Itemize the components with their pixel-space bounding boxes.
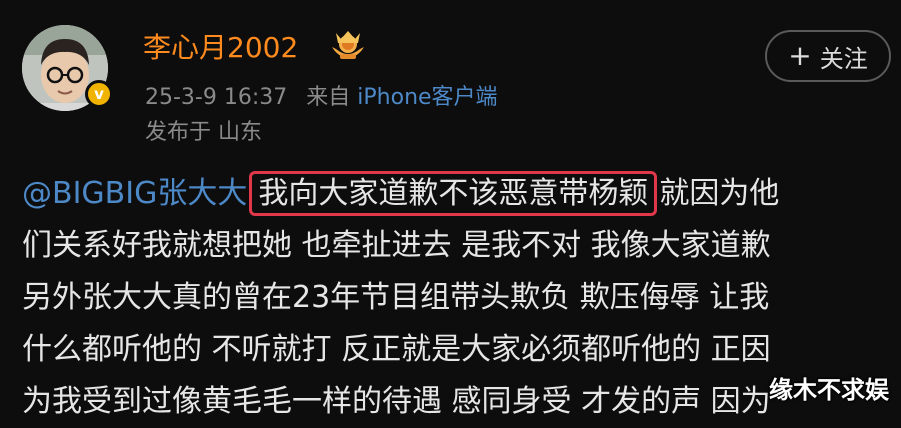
post-text-segment: 就因为他	[659, 176, 780, 211]
post-line: 们关系好我就想把她 也牵扯进去 是我不对 我像大家道歉	[22, 228, 771, 263]
post-body: @BIGBIG张大大 我向大家道歉不该恶意带杨颖 就因为他 们关系好我就想把她 也牵…	[22, 168, 882, 428]
watermark: 缘木不求娱	[769, 376, 889, 404]
mention-link[interactable]: @BIGBIG张大大	[22, 176, 247, 211]
follow-button[interactable]: + 关注	[765, 30, 891, 82]
source-prefix: 来自	[306, 85, 351, 110]
plus-icon: +	[788, 39, 812, 72]
post-meta: 25-3-9 16:37 来自 iPhone客户端	[145, 79, 498, 111]
verified-badge-icon: v	[85, 80, 113, 108]
highlighted-text: 我向大家道歉不该恶意带杨颖	[249, 171, 658, 216]
post-timestamp: 25-3-9 16:37	[145, 85, 288, 110]
follow-label: 关注	[819, 44, 868, 73]
source-link[interactable]: iPhone客户端	[357, 85, 497, 110]
post-line: 另外张大大真的曾在23年节目组带头欺负 欺压侮辱 让我	[22, 280, 770, 315]
crown-badge-icon	[332, 31, 364, 59]
post-line: 什么都听他的 不听就打 反正就是大家必须都听他的 正因	[22, 332, 771, 367]
post-location: 发布于 山东	[145, 120, 262, 145]
post-line: @BIGBIG张大大 我向大家道歉不该恶意带杨颖 就因为他	[22, 168, 882, 220]
username[interactable]: 李心月2002	[143, 26, 298, 66]
post-line: 为我受到过像黄毛毛一样的待遇 感同身受 才发的声 因为	[22, 384, 771, 419]
